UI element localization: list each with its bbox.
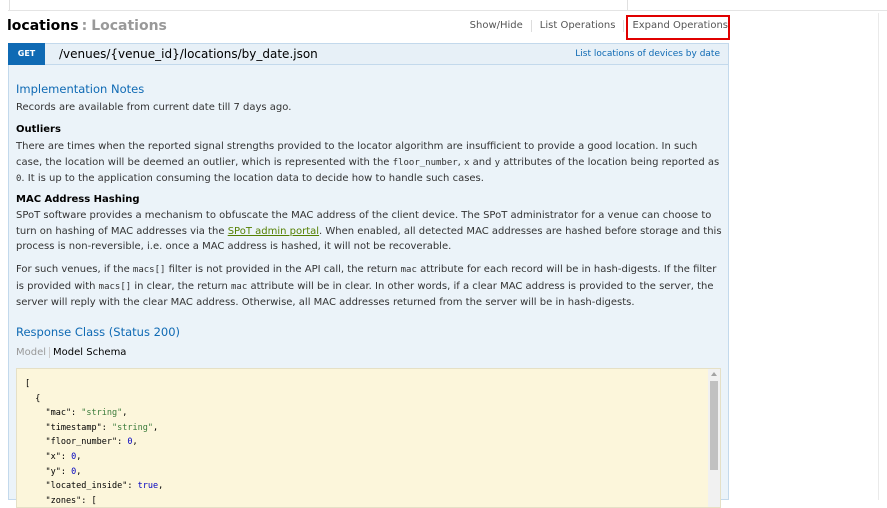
expand-operations-highlight bbox=[626, 15, 730, 40]
scrollbar-thumb[interactable] bbox=[710, 381, 718, 470]
mac-hashing-heading: MAC Address Hashing bbox=[16, 194, 140, 205]
top-divider bbox=[0, 0, 887, 11]
outliers-heading: Outliers bbox=[16, 124, 61, 135]
endpoint-summary[interactable]: List locations of devices by date bbox=[575, 49, 720, 59]
resource-header: locations: Locations Show/Hide List Opera… bbox=[7, 13, 733, 43]
schema-scrollbar[interactable] bbox=[708, 369, 720, 507]
resource-separator: : bbox=[81, 18, 88, 34]
mac-hashing-text: SPoT software provides a mechanism to ob… bbox=[16, 210, 722, 252]
list-operations-link[interactable]: List Operations bbox=[532, 20, 625, 32]
model-tabs: Model Model Schema bbox=[16, 347, 126, 358]
resource-title: locations: Locations bbox=[7, 18, 167, 34]
implementation-notes-heading: Implementation Notes bbox=[16, 82, 145, 96]
model-schema-box[interactable]: [ { "mac": "string", "timestamp": "strin… bbox=[16, 368, 721, 508]
resource-name[interactable]: locations bbox=[7, 18, 79, 34]
response-class-heading: Response Class (Status 200) bbox=[16, 325, 181, 339]
http-method-badge[interactable]: GET bbox=[8, 43, 45, 65]
model-schema-code: [ { "mac": "string", "timestamp": "strin… bbox=[25, 379, 164, 506]
tab-model[interactable]: Model bbox=[16, 347, 51, 358]
endpoint-path[interactable]: /venues/{venue_id}/locations/by_date.jso… bbox=[59, 47, 318, 61]
implementation-intro: Records are available from current date … bbox=[16, 102, 292, 113]
mac-venues-text: For such venues, if the macs[] filter is… bbox=[16, 264, 717, 308]
operation-content: Implementation Notes Records are availab… bbox=[8, 65, 729, 508]
scroll-up-arrow-icon[interactable] bbox=[711, 372, 717, 376]
right-divider bbox=[878, 13, 879, 500]
outliers-text: There are times when the reported signal… bbox=[16, 141, 720, 184]
endpoint-heading[interactable]: GET /venues/{venue_id}/locations/by_date… bbox=[8, 43, 729, 65]
spot-admin-portal-link[interactable]: SPoT admin portal bbox=[228, 226, 319, 237]
resource-description: Locations bbox=[91, 18, 167, 34]
show-hide-link[interactable]: Show/Hide bbox=[462, 20, 532, 32]
tab-model-schema[interactable]: Model Schema bbox=[50, 347, 126, 358]
